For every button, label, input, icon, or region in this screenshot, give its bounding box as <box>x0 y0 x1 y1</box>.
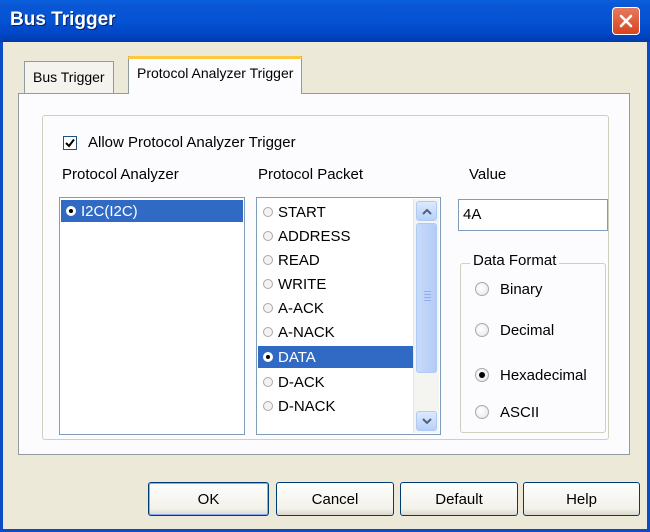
list-item[interactable]: READ <box>258 249 414 271</box>
list-item[interactable]: D-ACK <box>258 371 414 393</box>
packet-list-scrollbar[interactable] <box>413 199 439 433</box>
list-item[interactable]: WRITE <box>258 273 414 295</box>
radio-ascii[interactable] <box>475 405 489 419</box>
checkmark-icon <box>65 138 75 148</box>
allow-trigger-checkbox[interactable] <box>63 136 77 150</box>
radio-binary-label: Binary <box>500 281 543 298</box>
radio-hexadecimal[interactable] <box>475 368 489 382</box>
radio-binary[interactable] <box>475 282 489 296</box>
list-item-label: D-NACK <box>278 397 336 415</box>
list-item[interactable]: A-ACK <box>258 297 414 319</box>
list-item-label: A-NACK <box>278 323 335 341</box>
radio-dot-icon <box>263 207 273 217</box>
radio-dot-icon <box>263 279 273 289</box>
list-item[interactable]: ADDRESS <box>258 225 414 247</box>
protocol-packet-header: Protocol Packet <box>258 166 364 183</box>
list-item-label: DATA <box>278 348 316 366</box>
radio-dot-icon <box>263 352 273 362</box>
radio-dot-icon <box>263 255 273 265</box>
list-item[interactable]: I2C(I2C) <box>61 200 243 222</box>
list-item-label: D-ACK <box>278 373 325 391</box>
radio-dot-icon <box>263 303 273 313</box>
list-item-label: READ <box>278 251 320 269</box>
radio-dot-icon <box>66 206 76 216</box>
data-format-legend: Data Format <box>470 252 560 269</box>
list-item[interactable]: DATA <box>258 346 414 368</box>
list-item-label: I2C(I2C) <box>81 202 138 220</box>
list-item-label: START <box>278 203 326 221</box>
list-item-label: A-ACK <box>278 299 324 317</box>
list-item[interactable]: START <box>258 201 414 223</box>
scroll-up-icon <box>421 208 432 215</box>
scroll-thumb[interactable] <box>416 223 437 373</box>
radio-dot-icon <box>263 327 273 337</box>
radio-dot-icon <box>263 401 273 411</box>
list-item-label: WRITE <box>278 275 327 293</box>
radio-decimal[interactable] <box>475 323 489 337</box>
value-input[interactable]: 4A <box>458 199 608 231</box>
scroll-up-button[interactable] <box>416 201 437 221</box>
scroll-down-button[interactable] <box>416 411 437 431</box>
allow-trigger-label: Allow Protocol Analyzer Trigger <box>88 134 296 151</box>
radio-dot-icon <box>263 231 273 241</box>
radio-hexadecimal-label: Hexadecimal <box>500 367 587 384</box>
radio-decimal-label: Decimal <box>500 322 555 339</box>
list-item-label: ADDRESS <box>278 227 351 245</box>
value-header: Value <box>469 166 507 183</box>
radio-ascii-label: ASCII <box>500 404 540 421</box>
protocol-analyzer-list[interactable]: I2C(I2C) <box>59 197 245 435</box>
protocol-analyzer-header: Protocol Analyzer <box>62 166 179 183</box>
list-item[interactable]: A-NACK <box>258 321 414 343</box>
scroll-down-icon <box>421 417 432 424</box>
radio-dot-icon <box>263 377 273 387</box>
list-item[interactable]: D-NACK <box>258 395 414 417</box>
